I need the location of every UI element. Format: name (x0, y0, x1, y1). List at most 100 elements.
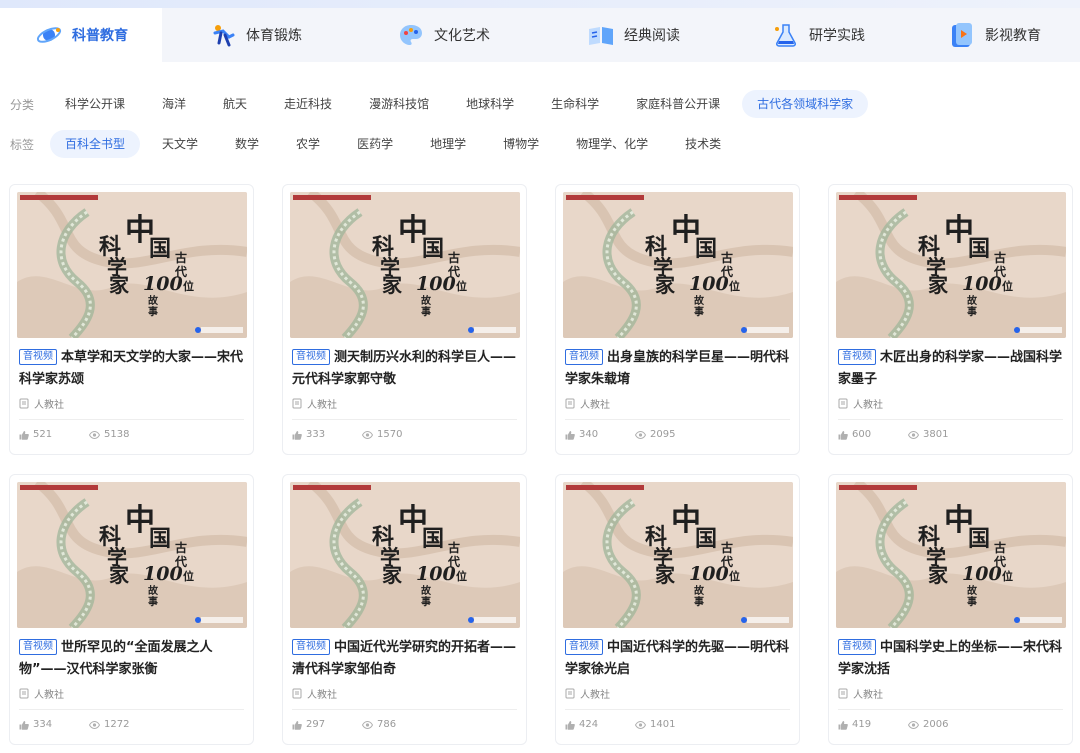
resource-card[interactable]: 中 国 科 学 家 古 代 100 位 故 事 音视频 测天制历兴水利的科学巨人—… (282, 184, 527, 455)
like-value: 424 (579, 719, 599, 730)
tag-item[interactable]: 数学 (220, 130, 274, 158)
cover-char: 古 (448, 540, 460, 555)
tab-yanxue[interactable]: 研学实践 (728, 8, 908, 62)
view-value: 1272 (104, 719, 130, 730)
like-count[interactable]: 600 (838, 429, 908, 440)
tag-label: 标签 (10, 137, 35, 152)
publisher: 人教社 (563, 396, 792, 411)
card-title[interactable]: 音视频 木匠出身的科学家——战国科学家墨子 (836, 347, 1065, 391)
publisher: 人教社 (836, 396, 1065, 411)
tag-item[interactable]: 博物学 (488, 130, 554, 158)
cover-char: 100 (143, 563, 183, 585)
category-item[interactable]: 航天 (208, 90, 262, 118)
eye-icon (362, 720, 373, 729)
tab-tiyu[interactable]: 体育锻炼 (162, 8, 348, 62)
tag-item[interactable]: 物理学、化学 (561, 130, 663, 158)
resource-card[interactable]: 中 国 科 学 家 古 代 100 位 故 事 音视频 木匠出身的科学家——战国科… (828, 184, 1073, 455)
cover-char: 故 (421, 294, 432, 307)
card-divider (838, 419, 1063, 420)
resource-card[interactable]: 中 国 科 学 家 古 代 100 位 故 事 音视频 中国近代科学的先驱——明代… (555, 474, 800, 745)
like-count[interactable]: 424 (565, 719, 635, 730)
like-count[interactable]: 333 (292, 429, 362, 440)
cover-char: 古 (448, 250, 460, 265)
tag-item[interactable]: 地理学 (415, 130, 481, 158)
like-count[interactable]: 340 (565, 429, 635, 440)
cover-char: 位 (183, 569, 194, 583)
media-type-badge: 音视频 (565, 639, 603, 655)
cover-char: 故 (967, 584, 978, 597)
like-count[interactable]: 521 (19, 429, 89, 440)
publisher-name: 人教社 (307, 690, 337, 701)
card-title[interactable]: 音视频 世所罕见的“全面发展之人物”——汉代科学家张衡 (17, 637, 246, 681)
category-item[interactable]: 漫游科技馆 (354, 90, 444, 118)
cover-char: 国 (695, 236, 717, 262)
tab-yuedu[interactable]: 经典阅读 (538, 8, 728, 62)
cover-char: 家 (382, 273, 403, 297)
view-count: 1272 (89, 719, 159, 730)
tab-label: 研学实践 (809, 28, 865, 44)
tag-item[interactable]: 技术类 (670, 130, 736, 158)
category-item[interactable]: 家庭科普公开课 (621, 90, 735, 118)
card-title[interactable]: 音视频 本草学和天文学的大家——宋代科学家苏颂 (17, 347, 246, 391)
card-title[interactable]: 音视频 测天制历兴水利的科学巨人——元代科学家郭守敬 (290, 347, 519, 391)
tab-label: 经典阅读 (624, 28, 680, 44)
card-title[interactable]: 音视频 中国近代光学研究的开拓者——清代科学家邹伯奇 (290, 637, 519, 681)
tag-item[interactable]: 百科全书型 (50, 130, 141, 158)
tag-item[interactable]: 天文学 (147, 130, 213, 158)
publisher: 人教社 (290, 396, 519, 411)
atom-icon (34, 20, 64, 50)
view-count: 3801 (908, 429, 978, 440)
book-cover-image: 中 国 科 学 家 古 代 100 位 故 事 (17, 482, 247, 628)
category-item[interactable]: 科学公开课 (50, 90, 140, 118)
category-item[interactable]: 海洋 (147, 90, 201, 118)
publisher: 人教社 (563, 686, 792, 701)
resource-card[interactable]: 中 国 科 学 家 古 代 100 位 故 事 音视频 本草学和天文学的大家——宋… (9, 184, 254, 455)
view-value: 786 (377, 719, 397, 730)
resource-card[interactable]: 中 国 科 学 家 古 代 100 位 故 事 音视频 中国科学史上的坐标——宋代… (828, 474, 1073, 745)
like-value: 521 (33, 429, 53, 440)
category-filter-row: 分类 科学公开课 海洋 航天 走近科技 漫游科技馆 地球科学 生命科学 家庭科普… (10, 88, 1070, 120)
thumbs-up-icon (19, 720, 29, 730)
like-count[interactable]: 297 (292, 719, 362, 730)
card-stats: 334 1272 (17, 719, 246, 730)
cover-char: 家 (928, 563, 949, 587)
book-cover-image: 中 国 科 学 家 古 代 100 位 故 事 (563, 482, 793, 628)
view-count: 2006 (908, 719, 978, 730)
view-value: 1401 (650, 719, 676, 730)
publisher-name: 人教社 (853, 690, 883, 701)
card-title[interactable]: 音视频 出身皇族的科学巨星——明代科学家朱载堉 (563, 347, 792, 391)
cover-char: 故 (148, 584, 159, 597)
card-title[interactable]: 音视频 中国科学史上的坐标——宋代科学家沈括 (836, 637, 1065, 681)
card-title[interactable]: 音视频 中国近代科学的先驱——明代科学家徐光启 (563, 637, 792, 681)
tab-kepu[interactable]: 科普教育 (0, 8, 162, 62)
cover-char: 位 (729, 569, 740, 583)
view-value: 3801 (923, 429, 949, 440)
eye-icon (908, 720, 919, 729)
category-item[interactable]: 走近科技 (269, 90, 347, 118)
like-count[interactable]: 334 (19, 719, 89, 730)
publisher-icon (292, 398, 302, 409)
tag-item[interactable]: 农学 (281, 130, 335, 158)
cover-char: 位 (1002, 279, 1013, 293)
eye-icon (908, 430, 919, 439)
like-count[interactable]: 419 (838, 719, 908, 730)
cover-char: 故 (148, 294, 159, 307)
sports-icon (208, 20, 238, 50)
tag-item[interactable]: 医药学 (342, 130, 408, 158)
category-item[interactable]: 古代各领域科学家 (742, 90, 869, 118)
tab-wenhua[interactable]: 文化艺术 (348, 8, 538, 62)
view-value: 1570 (377, 429, 403, 440)
resource-card[interactable]: 中 国 科 学 家 古 代 100 位 故 事 音视频 中国近代光学研究的开拓者—… (282, 474, 527, 745)
tab-yingshi[interactable]: 影视教育 (908, 8, 1080, 62)
eye-icon (635, 430, 646, 439)
publisher: 人教社 (17, 686, 246, 701)
eye-icon (89, 720, 100, 729)
category-item[interactable]: 生命科学 (536, 90, 614, 118)
tab-label: 体育锻炼 (246, 28, 302, 44)
resource-card[interactable]: 中 国 科 学 家 古 代 100 位 故 事 音视频 出身皇族的科学巨星——明代… (555, 184, 800, 455)
card-divider (292, 709, 517, 710)
media-type-badge: 音视频 (19, 349, 57, 365)
resource-card[interactable]: 中 国 科 学 家 古 代 100 位 故 事 音视频 世所罕见的“全面发展之人物… (9, 474, 254, 745)
category-item[interactable]: 地球科学 (451, 90, 529, 118)
thumbs-up-icon (565, 430, 575, 440)
